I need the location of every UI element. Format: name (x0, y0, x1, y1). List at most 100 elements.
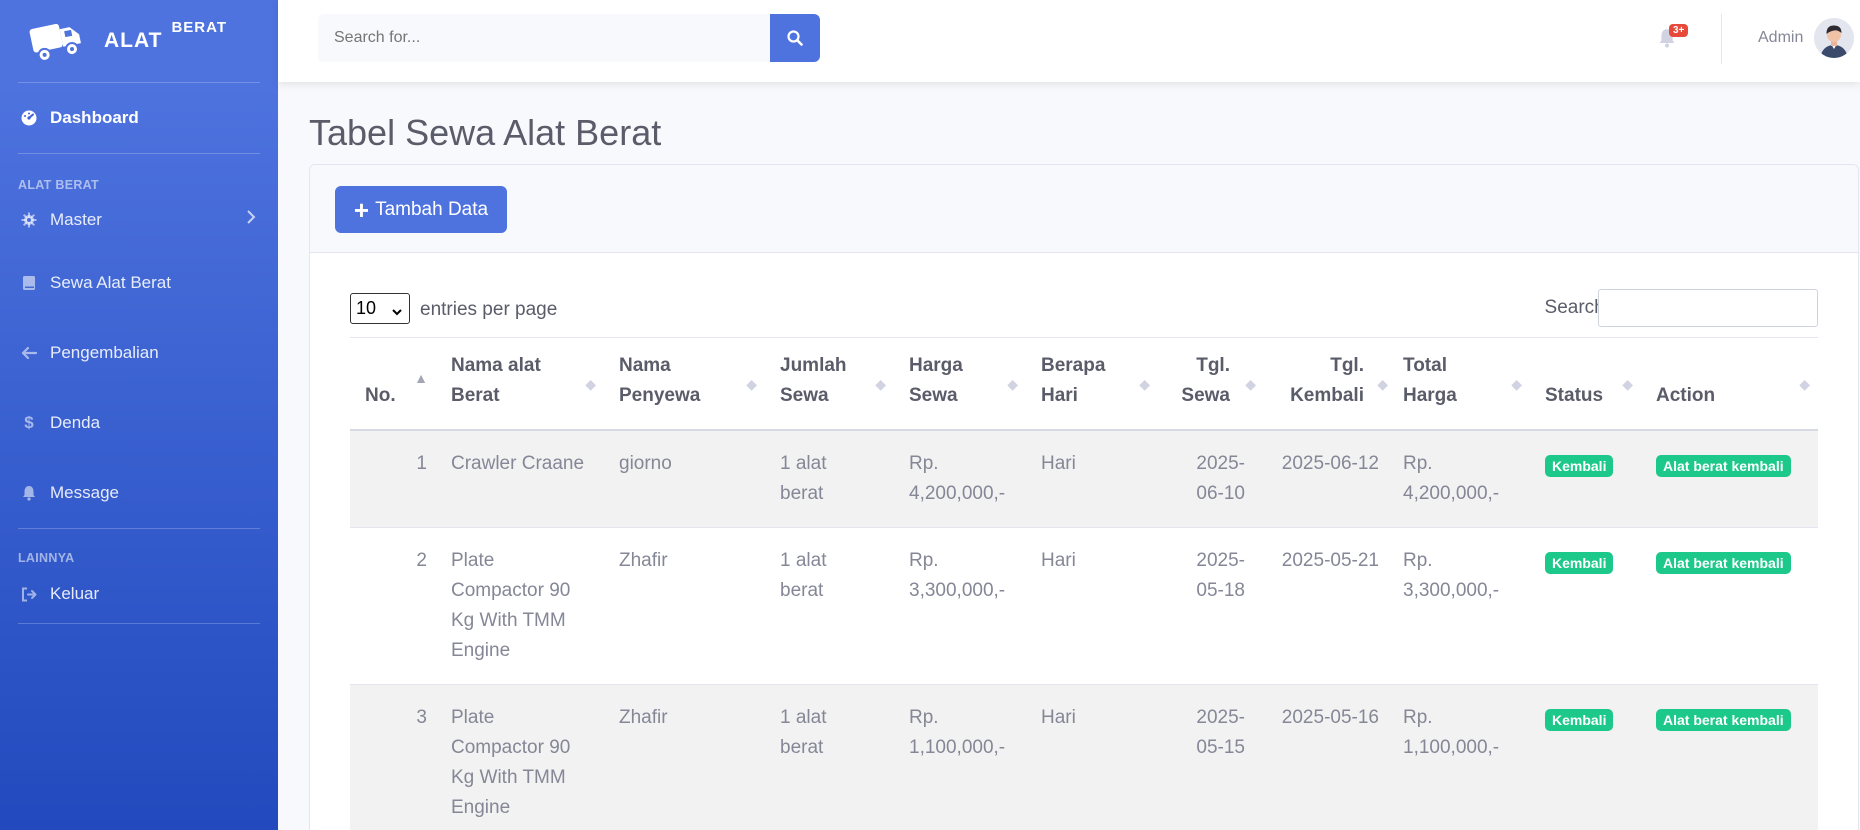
book-icon (20, 274, 38, 292)
page-title: Tabel Sewa Alat Berat (309, 112, 662, 153)
sidebar-item-message[interactable]: Message (0, 458, 278, 528)
cell-line: 1 alat (780, 452, 827, 474)
cell-line: 2025- (1196, 549, 1245, 571)
cell-tgl-sewa: 2025- 05-18 (1158, 527, 1254, 684)
bell-icon (20, 484, 38, 502)
cell-line: 1 alat (780, 706, 827, 728)
column-header-harga-sewa[interactable]: Harga Sewa ◆ (894, 338, 1026, 430)
sort-asc-icon: ▲ (414, 369, 428, 386)
column-header-total-harga[interactable]: Total Harga ◆ (1388, 338, 1530, 430)
cell-line: Crawler Craane (451, 452, 585, 474)
cell-line: 2025- (1196, 706, 1245, 728)
column-header-tgl-sewa[interactable]: Tgl. Sewa ◆ (1158, 338, 1256, 430)
cell-text: giorno (619, 452, 672, 474)
cell-line: Rp. (909, 452, 939, 474)
column-header-status[interactable]: Status ◆ (1530, 338, 1641, 430)
column-header-label: Kembali (1290, 384, 1364, 406)
status-badge: Kembali (1545, 708, 1614, 731)
cell-jumlah-sewa: 1 alat berat (765, 684, 894, 830)
status-badge: Kembali (1545, 454, 1614, 477)
sort-icon: ◆ (1799, 375, 1810, 392)
cell-nama-alat: Plate Compactor 90 Kg With TMM Engine (436, 527, 604, 684)
sidebar-item-keluar[interactable]: Keluar (0, 565, 278, 623)
column-header-label: Sewa (1181, 384, 1230, 406)
column-header-label: Sewa (780, 384, 829, 406)
table-row: 3 Plate Compactor 90 Kg With TMM Engine Zhafi… (350, 684, 1818, 830)
cell-text: 2025-05-16 (1281, 706, 1379, 728)
column-header-label: Hari (1041, 384, 1078, 406)
column-header-tgl-kembali[interactable]: Tgl. Kembali ◆ (1254, 338, 1388, 430)
brand-name-main: ALAT (104, 29, 163, 52)
arrow-left-icon (20, 344, 38, 362)
sidebar-item-label: Sewa Alat Berat (50, 273, 171, 292)
cell-line: 1,100,000,- (909, 736, 1006, 758)
cell-line: Rp. (909, 549, 939, 571)
column-header-label: Harga (909, 354, 963, 376)
column-header-berapa-hari[interactable]: Berapa Hari ◆ (1026, 338, 1158, 430)
cell-line: 1 alat (780, 549, 827, 571)
cell-status: Kembali (1530, 684, 1641, 830)
chevron-right-icon (246, 209, 256, 230)
add-data-button-label: Tambah Data (375, 198, 489, 220)
search-button[interactable] (770, 14, 820, 62)
cell-line: Compactor 90 (451, 579, 571, 601)
action-badge[interactable]: Alat berat kembali (1656, 454, 1791, 477)
table-search-input[interactable] (1598, 289, 1818, 327)
sidebar-item-master[interactable]: Master (0, 192, 278, 248)
sort-icon: ◆ (875, 375, 886, 392)
column-header-label: Berat (451, 384, 500, 406)
column-header-action[interactable]: Action ◆ (1641, 338, 1818, 430)
cell-tgl-kembali: 2025-05-16 (1254, 684, 1388, 830)
sidebar-item-label: Message (50, 483, 119, 502)
cell-no: 3 (350, 684, 436, 830)
table-body: 1 Crawler Craane giorno 1 alat berat Rp. 4,200… (350, 429, 1818, 830)
avatar[interactable] (1814, 18, 1854, 58)
cell-berapa-hari: Hari (1026, 684, 1158, 830)
sidebar-item-label: Denda (50, 413, 101, 432)
sidebar-item-denda[interactable]: $ Denda (0, 388, 278, 458)
search-input[interactable] (318, 14, 770, 62)
table-header-row: No. ▲ Nama alat Berat ◆ Nama Penyewa ◆ Jumlah… (350, 337, 1818, 430)
entries-per-page-select[interactable]: 10 (350, 293, 410, 324)
sidebar-item-sewa-alat-berat[interactable]: Sewa Alat Berat (0, 248, 278, 318)
cell-nama-penyewa: giorno (604, 430, 765, 528)
plus-icon: + (353, 194, 370, 225)
dollar-icon: $ (24, 413, 34, 432)
cell-text: 3 (416, 706, 427, 728)
brand-name: ALAT BERAT (104, 19, 227, 53)
cell-harga-sewa: Rp. 1,100,000,- (894, 684, 1026, 830)
brand[interactable]: ALAT BERAT (0, 0, 278, 82)
cell-text: Hari (1041, 452, 1076, 474)
column-header-nama-penyewa[interactable]: Nama Penyewa ◆ (604, 338, 765, 430)
cell-line: berat (780, 736, 824, 758)
cell-line: 05-18 (1196, 579, 1245, 601)
sort-icon: ◆ (1139, 375, 1150, 392)
sidebar-item-pengembalian[interactable]: Pengembalian (0, 318, 278, 388)
sort-icon: ◆ (1511, 375, 1522, 392)
action-badge[interactable]: Alat berat kembali (1656, 708, 1791, 731)
column-header-jumlah-sewa[interactable]: Jumlah Sewa ◆ (765, 338, 894, 430)
datatable-controls: 10 entries per page Search: (350, 289, 1818, 329)
sidebar-item-label: Master (50, 210, 102, 229)
sidebar-item-dashboard[interactable]: Dashboard (0, 83, 278, 153)
user-name[interactable]: Admin (1758, 29, 1803, 47)
cell-line: 3,300,000,- (909, 579, 1006, 601)
cell-line: Engine (451, 639, 511, 661)
cell-berapa-hari: Hari (1026, 527, 1158, 684)
sort-icon: ◆ (1007, 375, 1018, 392)
column-header-no[interactable]: No. ▲ (350, 338, 436, 430)
action-badge[interactable]: Alat berat kembali (1656, 551, 1791, 574)
status-badge: Kembali (1545, 551, 1614, 574)
column-header-nama-alat[interactable]: Nama alat Berat ◆ (436, 338, 604, 430)
add-data-button[interactable]: + Tambah Data (335, 186, 507, 233)
column-header-label: No. (365, 384, 396, 406)
cell-tgl-sewa: 2025- 05-15 (1158, 684, 1254, 830)
cell-line: Rp. (1403, 549, 1433, 571)
column-header-label: Nama alat (451, 354, 541, 376)
cell-line: Kg With TMM (451, 609, 566, 631)
chevron-down-icon (391, 301, 403, 322)
cell-status: Kembali (1530, 430, 1641, 528)
cell-harga-sewa: Rp. 4,200,000,- (894, 430, 1026, 528)
sidebar-divider (18, 528, 260, 529)
cell-nama-alat: Plate Compactor 90 Kg With TMM Engine (436, 684, 604, 830)
